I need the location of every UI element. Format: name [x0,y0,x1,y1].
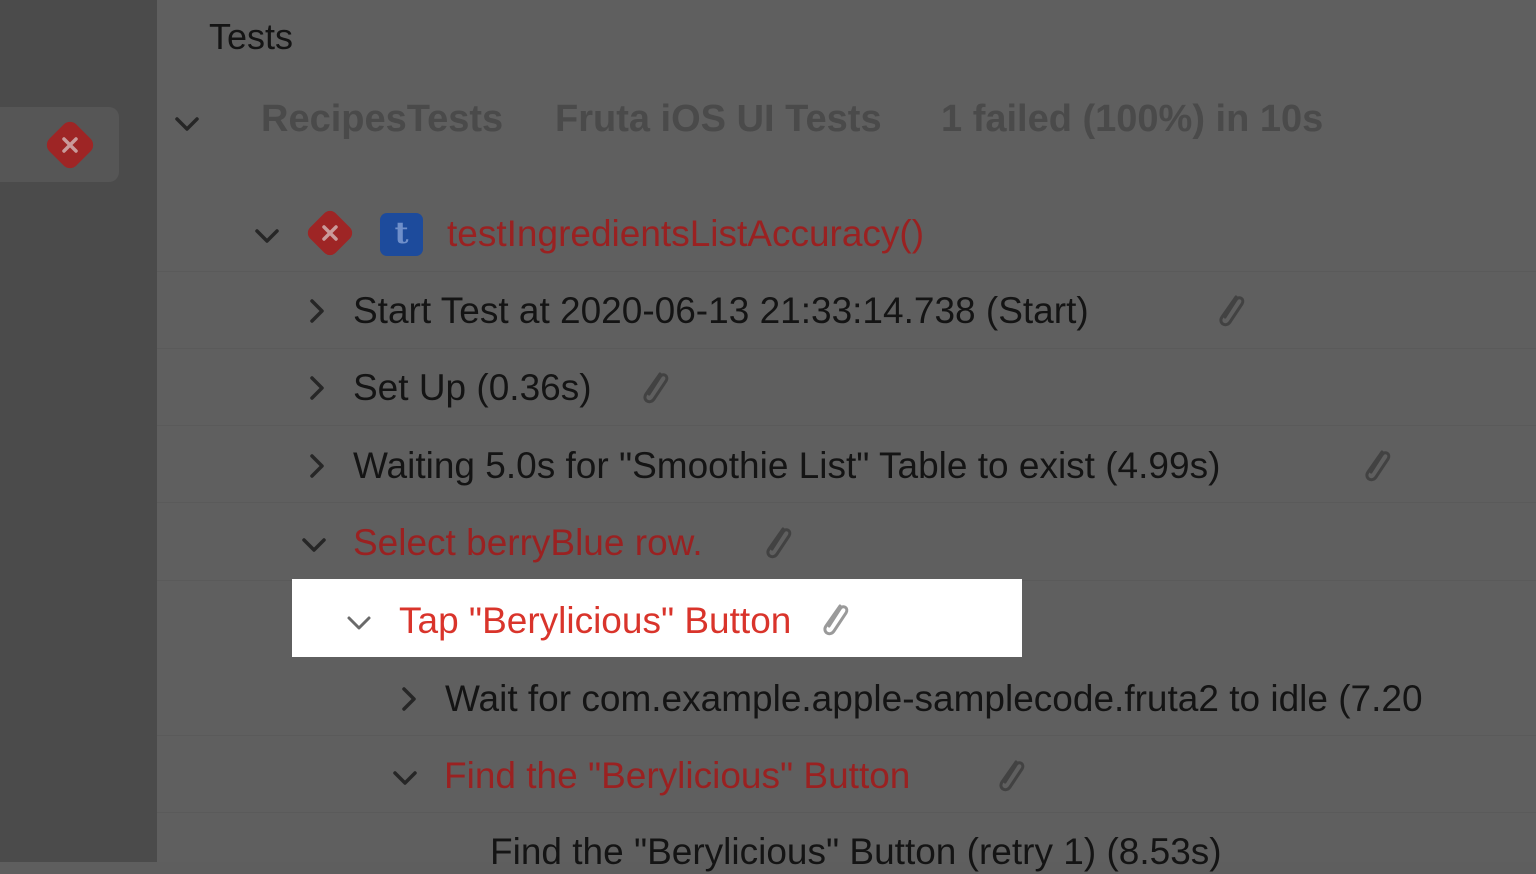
suite-summary: 1 failed (100%) in 10s [941,98,1324,140]
chevron-down-icon[interactable] [173,110,201,138]
paperclip-icon[interactable] [759,523,795,563]
chevron-down-icon[interactable] [345,609,373,637]
failure-icon [43,118,97,172]
paperclip-icon[interactable] [1212,291,1248,331]
chevron-down-icon[interactable] [300,531,328,559]
page-title: Tests [209,16,294,57]
step-label: Set Up (0.36s) [353,367,592,408]
chevron-down-icon[interactable] [253,222,281,250]
step-label: Start Test at 2020-06-13 21:33:14.738 (S… [353,290,1089,331]
step-label: Select berryBlue row. [353,522,703,563]
paperclip-icon[interactable] [816,600,852,640]
step-label: Waiting 5.0s for "Smoothie List" Table t… [353,445,1221,486]
x-diamond-icon [304,207,356,259]
chevron-right-icon[interactable] [303,297,331,325]
chevron-right-icon[interactable] [303,374,331,402]
paperclip-icon[interactable] [1358,446,1394,486]
paperclip-icon[interactable] [992,756,1028,796]
step-label[interactable]: Find the "Berylicious" Button (retry 1) … [490,830,1222,874]
test-type-badge: t [380,213,423,256]
step-label: Wait for com.example.apple-samplecode.fr… [445,678,1423,719]
suite-test-plan: Fruta iOS UI Tests [555,98,882,140]
chevron-right-icon[interactable] [395,685,423,713]
step-label: Find the "Berylicious" Button [444,755,911,796]
suite-target: RecipesTests [261,98,504,140]
sidebar-selected-item[interactable] [0,107,119,182]
paperclip-icon[interactable] [636,368,672,408]
test-name: testIngredientsListAccuracy() [447,213,925,254]
step-label: Tap "Berylicious" Button [399,600,792,641]
navigator-sidebar [0,0,157,862]
chevron-down-icon[interactable] [391,764,419,792]
chevron-right-icon[interactable] [303,452,331,480]
